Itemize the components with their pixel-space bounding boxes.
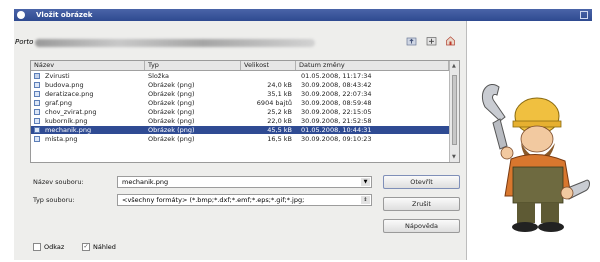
- preview-checkbox[interactable]: ✓ Náhled: [82, 243, 116, 252]
- new-folder-icon: [426, 37, 437, 46]
- scrollbar-thumb[interactable]: [452, 75, 457, 145]
- open-button[interactable]: Otevřít: [383, 175, 460, 189]
- path-bar: Porto: [15, 36, 445, 50]
- preview-checkbox-label: Náhled: [93, 243, 116, 251]
- file-size: 16,5 kB: [267, 135, 292, 143]
- close-window-button[interactable]: [580, 11, 588, 19]
- filetype-label: Typ souboru:: [33, 196, 75, 204]
- filename-combobox[interactable]: mechanik.png ▼: [117, 176, 372, 188]
- file-type: Obrázek (png): [148, 81, 195, 89]
- file-list-header: Název Typ Velikost Datum změny: [31, 61, 449, 71]
- file-type: Obrázek (png): [148, 90, 195, 98]
- mechanic-preview-image: [481, 84, 590, 232]
- file-type: Obrázek (png): [148, 117, 195, 125]
- column-header-type[interactable]: Typ: [145, 61, 241, 70]
- dropdown-arrow-icon[interactable]: ⇕: [361, 196, 370, 204]
- image-file-icon: [34, 136, 40, 142]
- file-date: 01.05.2008, 11:17:34: [301, 72, 372, 80]
- file-type: Složka: [148, 72, 169, 80]
- preview-checkbox-box[interactable]: ✓: [82, 243, 90, 251]
- file-date: 30.09.2008, 21:52:58: [301, 117, 372, 125]
- file-date: 01.05.2008, 10:44:31: [301, 126, 372, 134]
- file-type: Obrázek (png): [148, 135, 195, 143]
- scroll-down-icon[interactable]: ▼: [452, 154, 456, 160]
- column-header-name[interactable]: Název: [31, 61, 145, 70]
- scroll-up-icon[interactable]: ▲: [452, 63, 456, 69]
- file-date: 30.09.2008, 08:59:48: [301, 99, 372, 107]
- file-type: Obrázek (png): [148, 108, 195, 116]
- file-date: 30.09.2008, 08:43:42: [301, 81, 372, 89]
- image-file-icon: [34, 127, 40, 133]
- default-directory-button[interactable]: [444, 34, 457, 47]
- link-checkbox[interactable]: Odkaz: [33, 243, 64, 252]
- file-list[interactable]: Název Typ Velikost Datum změny Zvirusti …: [30, 60, 460, 163]
- filetype-select[interactable]: <všechny formáty> (*.bmp;*.dxf;*.emf;*.e…: [117, 194, 372, 206]
- image-preview-pane: [466, 21, 592, 260]
- file-date: 30.09.2008, 22:15:05: [301, 108, 372, 116]
- image-file-icon: [34, 100, 40, 106]
- file-name: kuborník.png: [45, 117, 88, 125]
- filename-value: mechanik.png: [122, 178, 169, 186]
- go-up-folder-button[interactable]: [405, 34, 418, 47]
- folder-up-icon: [406, 37, 417, 46]
- column-header-size[interactable]: Velikost: [241, 61, 296, 70]
- file-date: 30.09.2008, 09:10:23: [301, 135, 372, 143]
- file-name: chov_zvirat.png: [45, 108, 97, 116]
- image-file-icon: [34, 109, 40, 115]
- file-row[interactable]: budova.png Obrázek (png) 24,0 kB 30.09.2…: [31, 81, 449, 89]
- file-size: 35,1 kB: [267, 90, 292, 98]
- dropdown-arrow-icon[interactable]: ▼: [361, 178, 370, 186]
- file-row[interactable]: Zvirusti Složka 01.05.2008, 11:17:34: [31, 72, 449, 80]
- filetype-value: <všechny formáty> (*.bmp;*.dxf;*.emf;*.e…: [122, 196, 305, 204]
- column-header-date[interactable]: Datum změny: [296, 61, 449, 70]
- file-name: budova.png: [45, 81, 84, 89]
- link-checkbox-label: Odkaz: [44, 243, 65, 251]
- filename-label: Název souboru:: [33, 178, 84, 186]
- file-row-selected[interactable]: mechanik.png Obrázek (png) 45,5 kB 01.05…: [31, 126, 449, 134]
- new-folder-button[interactable]: [425, 34, 438, 47]
- file-list-scrollbar[interactable]: ▲ ▼: [449, 61, 459, 162]
- help-button[interactable]: Nápověda: [383, 219, 460, 233]
- image-file-icon: [34, 91, 40, 97]
- file-type: Obrázek (png): [148, 99, 195, 107]
- file-name: místa.png: [45, 135, 78, 143]
- app-icon: [17, 11, 25, 19]
- file-date: 30.09.2008, 22:07:34: [301, 90, 372, 98]
- window-titlebar: Vložit obrázek: [14, 9, 592, 21]
- file-row[interactable]: místa.png Obrázek (png) 16,5 kB 30.09.20…: [31, 135, 449, 143]
- folder-icon: [34, 73, 40, 79]
- file-name: mechanik.png: [45, 126, 92, 134]
- window-title: Vložit obrázek: [36, 11, 93, 19]
- file-row[interactable]: graf.png Obrázek (png) 6904 bajtů 30.09.…: [31, 99, 449, 107]
- cancel-button[interactable]: Zrušit: [383, 197, 460, 211]
- file-name: Zvirusti: [45, 72, 70, 80]
- current-path-field[interactable]: [35, 39, 315, 47]
- file-size: 25,2 kB: [267, 108, 292, 116]
- file-size: 24,0 kB: [267, 81, 292, 89]
- file-name: deratizace.png: [45, 90, 94, 98]
- file-name: graf.png: [45, 99, 73, 107]
- file-size: 45,5 kB: [267, 126, 292, 134]
- file-row[interactable]: deratizace.png Obrázek (png) 35,1 kB 30.…: [31, 90, 449, 98]
- file-row[interactable]: kuborník.png Obrázek (png) 22,0 kB 30.09…: [31, 117, 449, 125]
- image-file-icon: [34, 118, 40, 124]
- file-type: Obrázek (png): [148, 126, 195, 134]
- file-row[interactable]: chov_zvirat.png Obrázek (png) 25,2 kB 30…: [31, 108, 449, 116]
- image-file-icon: [34, 82, 40, 88]
- link-checkbox-box[interactable]: [33, 243, 41, 251]
- path-label: Porto: [15, 38, 34, 46]
- file-size: 22,0 kB: [267, 117, 292, 125]
- home-icon: [446, 36, 455, 46]
- file-size: 6904 bajtů: [256, 99, 292, 107]
